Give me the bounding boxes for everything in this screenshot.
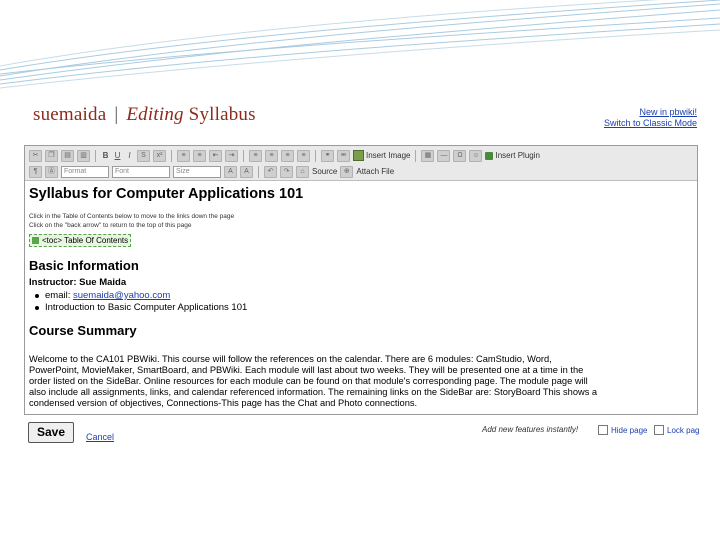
summary-line: PowerPoint, MovieMaker, SmartBoard, and … (29, 364, 584, 375)
copy-icon[interactable]: ❐ (45, 149, 58, 162)
page-name: Syllabus (188, 104, 256, 125)
redo-icon[interactable]: ↷ (280, 165, 293, 178)
intro-list-item: Introduction to Basic Computer Applicati… (34, 302, 248, 313)
attach-file-icon[interactable]: ⊕ (340, 165, 354, 178)
email-label: email: (45, 290, 71, 301)
remove-format-icon[interactable]: Ⓐ (45, 165, 58, 178)
summary-line: order listed on the SideBar. Online reso… (29, 375, 588, 386)
toc-plugin-placeholder[interactable]: <toc> Table Of Contents (29, 234, 132, 247)
toolbar-row-2: ¶ Ⓐ Format Font Size A A ↶ ↷ ⌂ Source ⊕ … (29, 164, 394, 179)
intro-text: Introduction to Basic Computer Applicati… (45, 302, 248, 313)
editing-label: Editing (126, 104, 184, 125)
bullet-list-icon[interactable]: ≡ (193, 149, 206, 162)
table-icon[interactable]: ▦ (421, 149, 435, 162)
summary-line: condensed version of objectives, Connect… (29, 397, 418, 408)
page-title: Syllabus for Computer Applications 101 (29, 186, 304, 202)
insert-plugin-button[interactable]: Insert Plugin (485, 150, 540, 161)
attach-file-button[interactable]: Attach File (356, 166, 394, 177)
instructor-label: Instructor: (29, 277, 77, 288)
course-summary-heading: Course Summary (29, 323, 137, 338)
toolbar-divider (243, 149, 244, 162)
underline-button[interactable]: U (113, 150, 122, 161)
outdent-icon[interactable]: ⇤ (209, 149, 222, 162)
save-button[interactable]: Save (28, 422, 74, 443)
horizontal-rule-icon[interactable]: ― (437, 149, 451, 162)
image-icon (353, 150, 364, 162)
hide-page-option[interactable]: Hide page (598, 425, 647, 435)
undo-icon[interactable]: ↶ (264, 165, 277, 178)
align-center-icon[interactable]: ≡ (265, 149, 278, 162)
instructor-name: Sue Maida (79, 277, 127, 288)
toolbar-divider (95, 149, 96, 162)
basic-information-heading: Basic Information (29, 258, 139, 273)
background-color-icon[interactable]: A (240, 165, 253, 178)
italic-button[interactable]: I (125, 150, 134, 161)
align-justify-icon[interactable]: ≡ (297, 149, 310, 162)
lock-page-checkbox[interactable] (654, 425, 664, 435)
unlink-icon[interactable]: ⚮ (337, 149, 350, 162)
lock-page-option[interactable]: Lock pag (654, 425, 699, 435)
source-icon[interactable]: ⌂ (296, 165, 309, 178)
align-right-icon[interactable]: ≡ (281, 149, 294, 162)
size-select[interactable]: Size (173, 165, 221, 178)
site-name[interactable]: suemaida (33, 104, 106, 125)
insert-image-button[interactable]: Insert Image (353, 150, 410, 162)
link-icon[interactable]: ⚭ (321, 149, 334, 162)
hide-page-checkbox[interactable] (598, 425, 608, 435)
editor-content[interactable]: Syllabus for Computer Applications 101 C… (29, 184, 693, 412)
new-features-text: Add new features instantly! (482, 425, 579, 434)
style-icon[interactable]: ¶ (29, 165, 42, 178)
switch-classic-mode-link[interactable]: Switch to Classic Mode (604, 118, 697, 129)
toolbar-row-1: ✂ ❐ ▤ ▥ B U I S x² ≡ ≡ ⇤ ⇥ ≡ ≡ ≡ ≡ ⚭ ⚮ I… (29, 148, 540, 163)
back-arrow-hint: Click on the "back arrow" to return to t… (29, 222, 192, 229)
toolbar-divider (415, 149, 417, 162)
editor-toolbar: ✂ ❐ ▤ ▥ B U I S x² ≡ ≡ ⇤ ⇥ ≡ ≡ ≡ ≡ ⚭ ⚮ I… (25, 146, 697, 181)
numbered-list-icon[interactable]: ≡ (177, 149, 190, 162)
cut-icon[interactable]: ✂ (29, 149, 42, 162)
paste-icon[interactable]: ▤ (61, 149, 74, 162)
slide-decoration (0, 0, 720, 100)
decorative-wave-lines (0, 0, 720, 89)
new-in-pbwiki-link[interactable]: New in pbwiki! (604, 107, 697, 118)
toc-plugin-icon (32, 237, 39, 244)
course-summary-paragraph: Welcome to the CA101 PBWiki. This course… (29, 354, 693, 409)
top-links: New in pbwiki! Switch to Classic Mode (604, 107, 697, 129)
toc-label: <toc> Table Of Contents (42, 236, 129, 245)
toc-hint: Click in the Table of Contents below to … (29, 213, 235, 220)
format-select[interactable]: Format (61, 165, 109, 178)
page-header-title: suemaida | Editing Syllabus (33, 104, 256, 126)
smiley-icon[interactable]: ☺ (469, 149, 483, 162)
lock-page-label[interactable]: Lock pag (667, 426, 699, 435)
title-separator: | (114, 104, 119, 125)
superscript-icon[interactable]: x² (153, 149, 166, 162)
bold-button[interactable]: B (101, 150, 110, 161)
wysiwyg-editor[interactable]: ✂ ❐ ▤ ▥ B U I S x² ≡ ≡ ⇤ ⇥ ≡ ≡ ≡ ≡ ⚭ ⚮ I… (24, 145, 698, 415)
special-char-icon[interactable]: Ω (453, 149, 467, 162)
strikethrough-icon[interactable]: S (137, 149, 150, 162)
instructor-line: Instructor: Sue Maida (29, 277, 126, 288)
source-button[interactable]: Source (312, 166, 337, 177)
cancel-link[interactable]: Cancel (86, 432, 114, 442)
email-link[interactable]: suemaida@yahoo.com (73, 290, 170, 301)
email-list-item: email: suemaida@yahoo.com (34, 290, 170, 301)
hide-page-label[interactable]: Hide page (611, 426, 647, 435)
summary-line: also include all assignments, links, and… (29, 386, 598, 397)
toolbar-divider (171, 149, 172, 162)
summary-line: Welcome to the CA101 PBWiki. This course… (29, 354, 552, 364)
font-select[interactable]: Font (112, 165, 170, 178)
toolbar-divider (258, 165, 259, 178)
plugin-icon (485, 151, 494, 160)
toolbar-divider (315, 149, 316, 162)
paste-text-icon[interactable]: ▥ (77, 149, 90, 162)
indent-icon[interactable]: ⇥ (225, 149, 238, 162)
align-left-icon[interactable]: ≡ (249, 149, 262, 162)
text-color-icon[interactable]: A (224, 165, 237, 178)
